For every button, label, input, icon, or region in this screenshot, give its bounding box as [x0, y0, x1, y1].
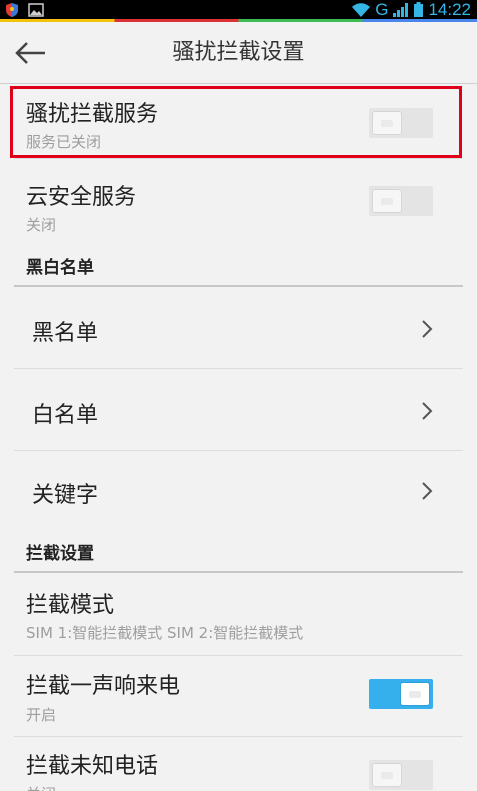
screen: G 14:22 骚扰拦截设置 骚扰拦截服务 服务已关闭 云安全服务 关闭 黑白名… [0, 0, 477, 791]
toggle-knob [372, 763, 402, 787]
signal-icon [393, 2, 409, 17]
unknown-calls-title: 拦截未知电话 [26, 754, 159, 779]
keywords-title: 关键字 [32, 483, 99, 508]
intercept-mode-title: 拦截模式 [26, 593, 115, 618]
harassment-service-status: 服务已关闭 [26, 133, 102, 151]
cloud-security-status: 关闭 [26, 216, 57, 234]
unknown-calls-row[interactable]: 拦截未知电话 关闭 [14, 737, 463, 791]
section-header-intercept: 拦截设置 [14, 533, 463, 573]
status-bar: G 14:22 [0, 0, 477, 22]
back-button[interactable] [14, 36, 48, 70]
clock: 14:22 [428, 0, 471, 19]
chevron-right-icon [422, 402, 433, 420]
page-title: 骚扰拦截设置 [172, 40, 305, 65]
harassment-service-toggle[interactable] [369, 108, 433, 138]
unknown-calls-status: 关闭 [26, 783, 56, 791]
toggle-knob [372, 111, 402, 135]
intercept-mode-row[interactable]: 拦截模式 SIM 1:智能拦截模式 SIM 2:智能拦截模式 [14, 573, 463, 656]
network-type: G [375, 0, 389, 19]
wifi-icon [352, 2, 371, 17]
image-notification-icon [28, 2, 44, 17]
section-header-lists: 黑白名单 [14, 241, 463, 287]
intercept-mode-status: SIM 1:智能拦截模式 SIM 2:智能拦截模式 [26, 624, 304, 642]
battery-icon [414, 2, 424, 17]
shield-icon [6, 2, 18, 17]
ring-once-title: 拦截一声响来电 [26, 674, 181, 699]
cloud-security-row[interactable]: 云安全服务 关闭 [14, 159, 463, 241]
keywords-row[interactable]: 关键字 [14, 451, 463, 533]
unknown-calls-toggle[interactable] [369, 760, 433, 790]
arrow-left-icon [15, 42, 45, 64]
toggle-knob [400, 682, 430, 706]
ring-once-row[interactable]: 拦截一声响来电 开启 [14, 656, 463, 737]
ring-once-status: 开启 [26, 706, 57, 724]
title-bar: 骚扰拦截设置 [0, 22, 477, 84]
whitelist-title: 白名单 [32, 403, 99, 428]
toggle-knob [372, 189, 402, 213]
harassment-service-row[interactable]: 骚扰拦截服务 服务已关闭 [14, 85, 463, 159]
harassment-service-title: 骚扰拦截服务 [26, 102, 159, 127]
section-label-lists: 黑白名单 [26, 258, 94, 278]
status-bar-right: G 14:22 [352, 0, 471, 19]
blacklist-title: 黑名单 [32, 321, 99, 346]
blacklist-row[interactable]: 黑名单 [14, 287, 463, 369]
chevron-right-icon [422, 482, 433, 500]
status-bar-left [6, 0, 44, 19]
ring-once-toggle[interactable] [369, 679, 433, 709]
cloud-security-toggle[interactable] [369, 186, 433, 216]
cloud-security-title: 云安全服务 [26, 185, 137, 210]
chevron-right-icon [422, 320, 433, 338]
whitelist-row[interactable]: 白名单 [14, 369, 463, 451]
section-label-intercept: 拦截设置 [26, 544, 94, 564]
